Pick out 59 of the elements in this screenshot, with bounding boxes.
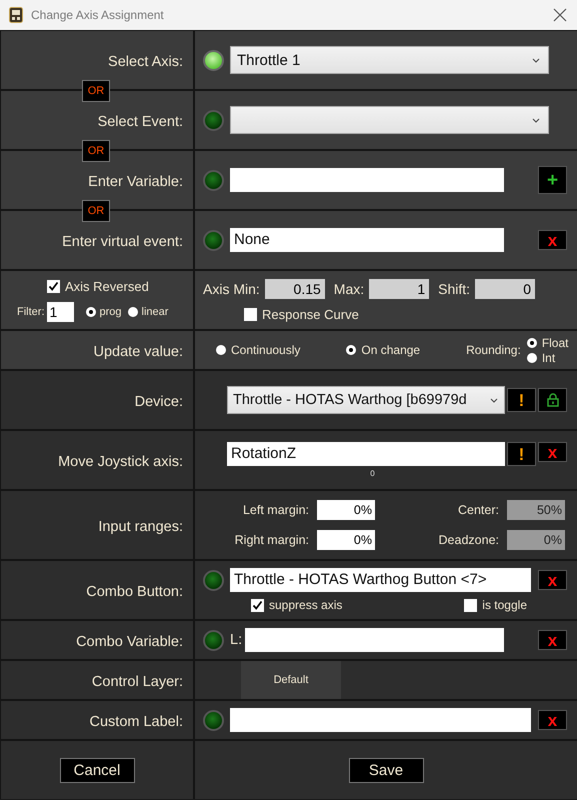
radio-label: linear	[142, 306, 168, 318]
dropdown[interactable]: Throttle 1	[230, 46, 549, 74]
field-label: Left margin:	[242, 503, 309, 517]
checkbox-label: Axis Reversed	[65, 278, 149, 294]
field-label: Center:	[457, 503, 499, 517]
field-label: Axis Min:	[203, 280, 260, 296]
cancel-button[interactable]: Cancel	[60, 758, 134, 782]
warning-button[interactable]: !	[507, 388, 536, 412]
field-label: Combo Variable:	[76, 633, 183, 650]
or-badge: OR	[82, 80, 110, 102]
radio-label: Int	[542, 350, 556, 364]
field-label: Deadzone:	[438, 533, 499, 547]
window-title: Change Axis Assignment	[31, 8, 165, 22]
number-field[interactable]: 0.15	[264, 278, 325, 298]
field-label: Right margin:	[234, 533, 309, 547]
number-field[interactable]: 1	[369, 278, 430, 298]
field-label: Select Event:	[98, 113, 183, 130]
field-label: Enter virtual event:	[62, 233, 183, 250]
field-label: Custom Label:	[90, 713, 183, 730]
checkbox-label: is toggle	[482, 598, 527, 612]
clear-button[interactable]: x	[538, 630, 567, 650]
text-field[interactable]: Throttle - HOTAS Warthog Button <7>	[230, 568, 531, 592]
warning-button[interactable]: !	[507, 442, 536, 466]
field-label: Combo Button:	[86, 583, 183, 600]
field-label: Shift:	[438, 280, 470, 296]
field-label: Filter:	[17, 306, 44, 318]
checkbox-label: suppress axis	[269, 598, 342, 612]
clear-button[interactable]: x	[538, 442, 567, 462]
dropdown[interactable]: Throttle - HOTAS Warthog [b69979d	[227, 386, 505, 414]
axis-reading: 0	[370, 469, 375, 478]
field-label: Select Axis:	[108, 53, 183, 70]
field-label: Move Joystick axis:	[58, 453, 183, 470]
number-field[interactable]: 0%	[317, 500, 375, 520]
field-label: Rounding:	[466, 343, 521, 357]
save-button[interactable]: Save	[348, 758, 424, 782]
radio-label: Float	[542, 336, 568, 350]
or-badge: OR	[82, 140, 110, 162]
field-label: Max:	[334, 280, 364, 296]
field-label: Device:	[134, 393, 183, 410]
radio-label: prog	[100, 306, 122, 318]
number-field[interactable]: 0	[475, 278, 536, 298]
layer-button[interactable]: Default	[241, 661, 341, 699]
field-label: Enter Variable:	[88, 173, 183, 190]
checkbox-label: Response Curve	[262, 306, 359, 322]
field-label: Update value:	[94, 343, 183, 360]
add-button[interactable]: +	[538, 166, 567, 194]
text-field[interactable]: None	[230, 228, 504, 252]
field-prefix: L:	[230, 632, 242, 648]
text-field[interactable]: RotationZ	[227, 442, 505, 466]
number-field[interactable]: 0%	[317, 530, 375, 550]
clear-button[interactable]: x	[538, 710, 567, 730]
clear-button[interactable]: x	[538, 230, 567, 250]
field-label: Control Layer:	[92, 673, 183, 690]
radio-label: On change	[361, 343, 420, 357]
filter-field[interactable]: 1	[46, 302, 74, 322]
field-label: Input ranges:	[98, 518, 183, 535]
or-badge: OR	[82, 200, 110, 222]
clear-button[interactable]: x	[538, 570, 567, 590]
radio-label: Continuously	[231, 343, 300, 357]
